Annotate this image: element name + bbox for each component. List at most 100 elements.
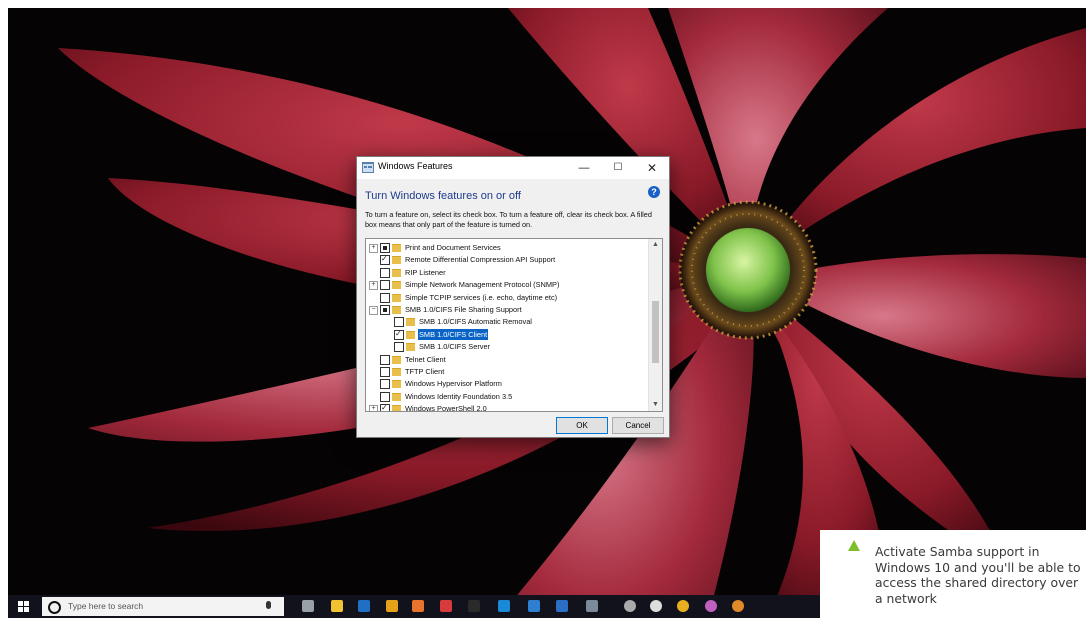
windows-features-icon[interactable]: [586, 600, 598, 612]
outlook-icon[interactable]: [358, 600, 370, 612]
feature-row[interactable]: Telnet Client: [366, 354, 648, 366]
feature-row[interactable]: Windows Hypervisor Platform: [366, 378, 648, 390]
folder-icon: [392, 380, 401, 389]
firefox-icon[interactable]: [412, 600, 424, 612]
dialog-heading: Turn Windows features on or off: [365, 190, 521, 202]
ok-button[interactable]: OK: [556, 417, 608, 434]
info-icon[interactable]: [528, 600, 540, 612]
feature-label: Simple TCPIP services (i.e. echo, daytim…: [405, 292, 558, 302]
feature-checkbox[interactable]: [394, 329, 404, 340]
feature-row[interactable]: + Windows PowerShell 2.0: [366, 403, 648, 411]
app-red-icon[interactable]: [440, 600, 452, 612]
app-multicolor-icon[interactable]: [705, 600, 717, 612]
feature-label: Simple Network Management Protocol (SNMP…: [405, 280, 560, 290]
folder-icon: [392, 368, 401, 376]
skype-icon[interactable]: [498, 600, 510, 612]
scroll-up-icon[interactable]: ▲: [649, 239, 662, 251]
feature-checkbox[interactable]: [380, 354, 390, 365]
start-windows-icon[interactable]: [18, 601, 29, 612]
feature-label: SMB 1.0/CIFS File Sharing Support: [405, 305, 522, 314]
feature-row[interactable]: Windows Identity Foundation 3.5: [366, 391, 648, 403]
windows-features-dialog: Windows Features — ☐ ✕ Turn Windows feat…: [356, 156, 670, 438]
collapse-icon[interactable]: −: [369, 306, 378, 315]
cortana-circle-icon: [48, 601, 61, 614]
feature-label: Windows Hypervisor Platform: [405, 379, 502, 389]
tree-scrollbar[interactable]: ▲ ▼: [648, 239, 662, 411]
chrome-icon[interactable]: [386, 600, 398, 612]
feature-checkbox[interactable]: [380, 379, 390, 390]
feature-row[interactable]: + Simple Network Management Protocol (SNM…: [366, 279, 648, 291]
microphone-icon[interactable]: [266, 601, 271, 609]
feature-row[interactable]: Simple TCPIP services (i.e. echo, daytim…: [366, 292, 648, 304]
folder-icon: [392, 268, 401, 277]
scroll-thumb[interactable]: [652, 301, 659, 363]
feature-checkbox[interactable]: [380, 267, 390, 278]
feature-checkbox[interactable]: [380, 367, 390, 377]
feature-label: SMB 1.0/CIFS Client: [418, 328, 489, 340]
expand-icon[interactable]: +: [369, 405, 378, 411]
dialog-title: Windows Features: [378, 161, 453, 171]
cancel-button[interactable]: Cancel: [612, 417, 664, 434]
desktop: Windows Features — ☐ ✕ Turn Windows feat…: [8, 8, 1086, 618]
feature-checkbox[interactable]: [380, 305, 390, 315]
feature-checkbox[interactable]: [380, 403, 390, 411]
feature-label: Print and Document Services: [405, 243, 501, 252]
feature-checkbox[interactable]: [380, 243, 390, 253]
dialog-titlebar[interactable]: Windows Features — ☐ ✕: [357, 157, 669, 179]
feature-label: Remote Differential Compression API Supp…: [405, 255, 556, 265]
feature-row[interactable]: SMB 1.0/CIFS Automatic Removal: [366, 316, 648, 328]
folder-icon: [392, 256, 401, 265]
folder-icon: [392, 306, 401, 314]
feature-label: Telnet Client: [405, 354, 446, 364]
file-explorer-icon[interactable]: [331, 600, 343, 612]
mail-icon[interactable]: [556, 600, 568, 612]
taskbar-search-box[interactable]: Type here to search: [42, 597, 284, 616]
image-caption: Activate Samba support in Windows 10 and…: [820, 530, 1086, 618]
folder-icon: [392, 355, 401, 364]
feature-label: SMB 1.0/CIFS Server: [419, 342, 491, 352]
caption-triangle-icon: [848, 540, 860, 551]
maximize-button[interactable]: ☐: [601, 157, 635, 179]
flower-center: [706, 228, 790, 312]
terminal-icon[interactable]: [468, 600, 480, 612]
app-orange-icon[interactable]: [732, 600, 744, 612]
features-tree[interactable]: + Print and Document Services Remote Diffe…: [365, 238, 663, 412]
folder-icon: [406, 318, 415, 327]
close-button[interactable]: ✕: [635, 157, 669, 179]
gear-app-icon[interactable]: [624, 600, 636, 612]
folder-icon: [406, 330, 415, 339]
scroll-down-icon[interactable]: ▼: [649, 399, 662, 411]
feature-checkbox[interactable]: [394, 342, 404, 353]
feature-row[interactable]: Remote Differential Compression API Supp…: [366, 254, 648, 266]
feature-label: TFTP Client: [405, 367, 445, 376]
feature-row[interactable]: + Print and Document Services: [366, 242, 648, 254]
caption-text: Activate Samba support in Windows 10 and…: [875, 544, 1081, 606]
feature-checkbox[interactable]: [394, 317, 404, 328]
github-icon[interactable]: [650, 600, 662, 612]
folder-icon: [392, 405, 401, 411]
minimize-button[interactable]: —: [567, 157, 601, 179]
feature-checkbox[interactable]: [380, 292, 390, 303]
folder-icon: [392, 281, 401, 290]
dialog-instructions: To turn a feature on, select its check b…: [365, 210, 652, 229]
star-app-icon[interactable]: [677, 600, 689, 612]
expand-icon[interactable]: +: [369, 281, 378, 291]
feature-row[interactable]: SMB 1.0/CIFS Client: [366, 328, 648, 341]
feature-row[interactable]: SMB 1.0/CIFS Server: [366, 341, 648, 353]
help-icon[interactable]: ?: [648, 186, 660, 198]
feature-label: RIP Listener: [405, 267, 446, 277]
task-view-icon[interactable]: [302, 600, 314, 612]
feature-row[interactable]: RIP Listener: [366, 267, 648, 279]
feature-checkbox[interactable]: [380, 280, 390, 291]
feature-label: SMB 1.0/CIFS Automatic Removal: [419, 317, 532, 327]
folder-icon: [392, 293, 401, 302]
folder-icon: [392, 244, 401, 252]
feature-row[interactable]: TFTP Client: [366, 366, 648, 378]
feature-checkbox[interactable]: [380, 254, 390, 266]
folder-icon: [392, 392, 401, 401]
feature-row[interactable]: − SMB 1.0/CIFS File Sharing Support: [366, 304, 648, 316]
folder-icon: [406, 343, 415, 352]
expand-icon[interactable]: +: [369, 244, 378, 253]
windows-features-app-icon: [362, 162, 374, 173]
feature-checkbox[interactable]: [380, 391, 390, 402]
